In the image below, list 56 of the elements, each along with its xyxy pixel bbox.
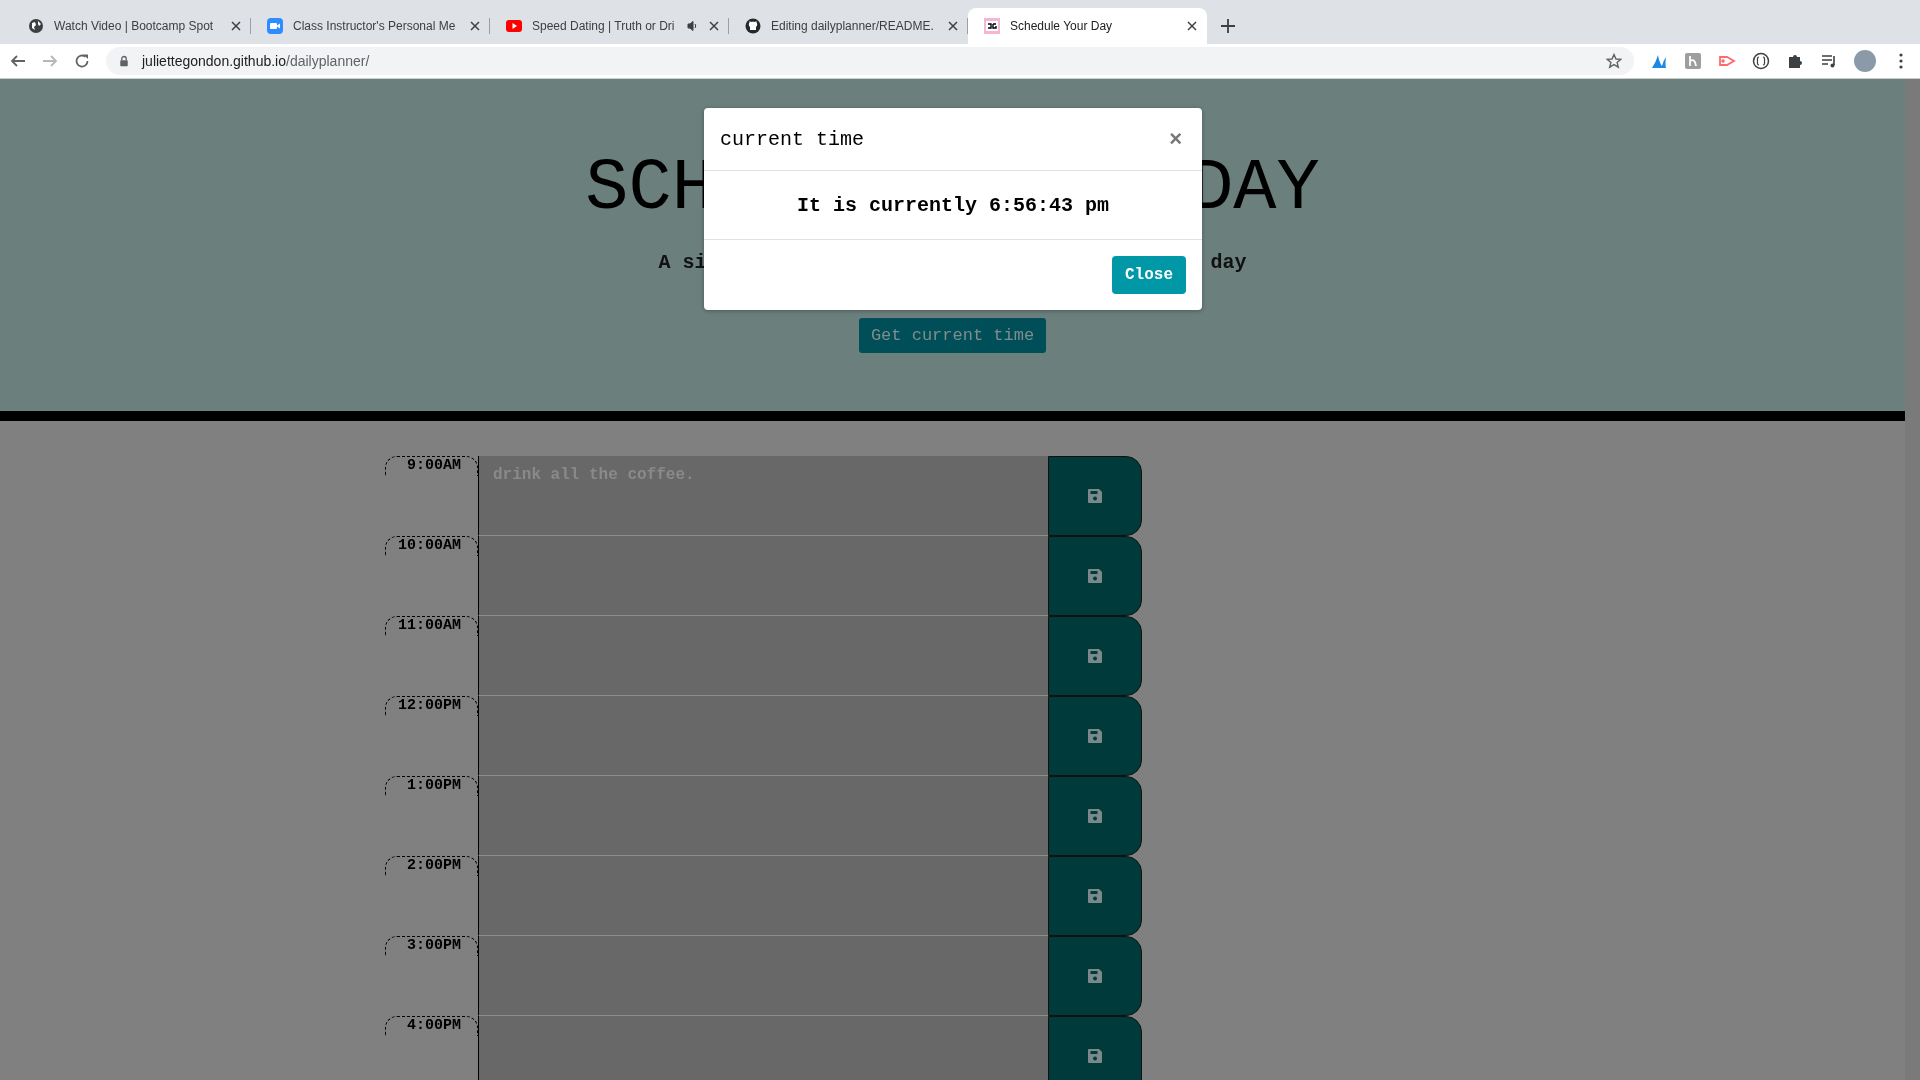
task-input-field[interactable] [478,776,1048,856]
save-icon [1088,649,1102,663]
playlist-icon[interactable] [1820,52,1838,70]
save-icon [1088,969,1102,983]
new-tab-icon[interactable] [1221,19,1235,33]
lock-icon [118,55,130,67]
close-icon[interactable] [231,21,241,31]
globe-icon [28,18,44,34]
close-icon[interactable] [470,21,480,31]
address-bar[interactable]: juliettegondon.github.io/dailyplanner/ [106,47,1634,75]
save-button[interactable] [1048,616,1142,696]
browser-tab[interactable]: Editing dailyplanner/README. [729,8,968,44]
star-icon[interactable] [1606,53,1622,69]
monogram-icon [984,18,1000,34]
save-button[interactable] [1048,456,1142,536]
save-button[interactable] [1048,536,1142,616]
save-button[interactable] [1048,776,1142,856]
close-button[interactable]: × [1165,126,1186,152]
puzzle-icon[interactable] [1786,52,1804,70]
braces-icon[interactable] [1752,52,1770,70]
task-input-field[interactable] [478,616,1048,696]
browser-tab[interactable]: Speed Dating | Truth or Dri [490,8,729,44]
dialog-message: It is currently 6:56:43 pm [796,193,1110,217]
close-icon[interactable] [1187,21,1197,31]
back-arrow-icon[interactable] [10,53,26,69]
close-button[interactable]: Close [1112,256,1186,294]
task-input-field[interactable] [478,696,1048,776]
save-button[interactable] [1048,936,1142,1016]
save-icon [1088,729,1102,743]
page-subtitle: day [1210,251,1247,274]
letter-tile-icon[interactable] [1684,52,1702,70]
play-icon [506,18,522,34]
save-icon [1088,889,1102,903]
close-icon[interactable] [709,21,719,31]
speaker-icon[interactable] [687,20,699,32]
video-camera-icon [267,18,283,34]
save-icon [1088,489,1102,503]
task-input-field[interactable] [478,856,1048,936]
scrollbar[interactable] [1905,79,1920,1080]
browser-tab[interactable]: Watch Video | Bootcamp Spot [12,8,251,44]
dialog-title: current time [720,127,865,151]
save-icon [1088,569,1102,583]
task-input-field[interactable] [478,1016,1048,1080]
reload-icon[interactable] [74,53,90,69]
save-icon [1088,1049,1102,1063]
close-icon[interactable] [948,21,958,31]
task-input-field[interactable] [478,936,1048,1016]
browser-tab[interactable]: Class Instructor's Personal Me [251,8,490,44]
page-subtitle: A si [658,251,707,274]
save-button[interactable] [1048,696,1142,776]
task-input-field[interactable] [478,536,1048,616]
save-button[interactable] [1048,856,1142,936]
save-button[interactable] [1048,1016,1142,1080]
browser-tab[interactable]: Schedule Your Day [968,8,1207,44]
avatar[interactable] [1854,50,1876,72]
save-icon [1088,809,1102,823]
